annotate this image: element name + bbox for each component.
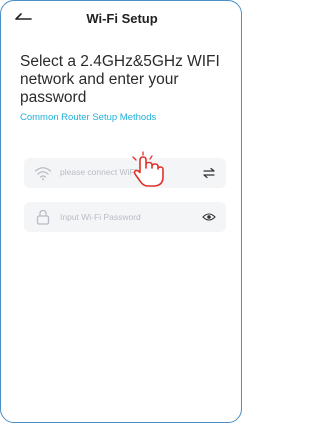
wifi-select-field[interactable]: please connect WiFi	[24, 158, 226, 188]
instruction-heading: Select a 2.4GHz&5GHz WIFI network and en…	[20, 53, 220, 106]
eye-icon[interactable]	[202, 211, 216, 223]
header: Wi-Fi Setup	[1, 1, 243, 37]
switch-arrows-icon[interactable]	[202, 167, 216, 179]
page-title: Wi-Fi Setup	[86, 11, 158, 26]
wifi-icon	[34, 167, 52, 181]
wifi-password-field[interactable]	[24, 202, 226, 232]
wifi-placeholder: please connect WiFi	[60, 167, 137, 177]
lock-icon	[36, 209, 50, 225]
app-frame: Wi-Fi Setup Select a 2.4GHz&5GHz WIFI ne…	[0, 0, 242, 423]
tap-hand-icon	[132, 151, 164, 187]
router-setup-methods-link[interactable]: Common Router Setup Methods	[20, 112, 156, 123]
password-input[interactable]	[60, 208, 200, 226]
